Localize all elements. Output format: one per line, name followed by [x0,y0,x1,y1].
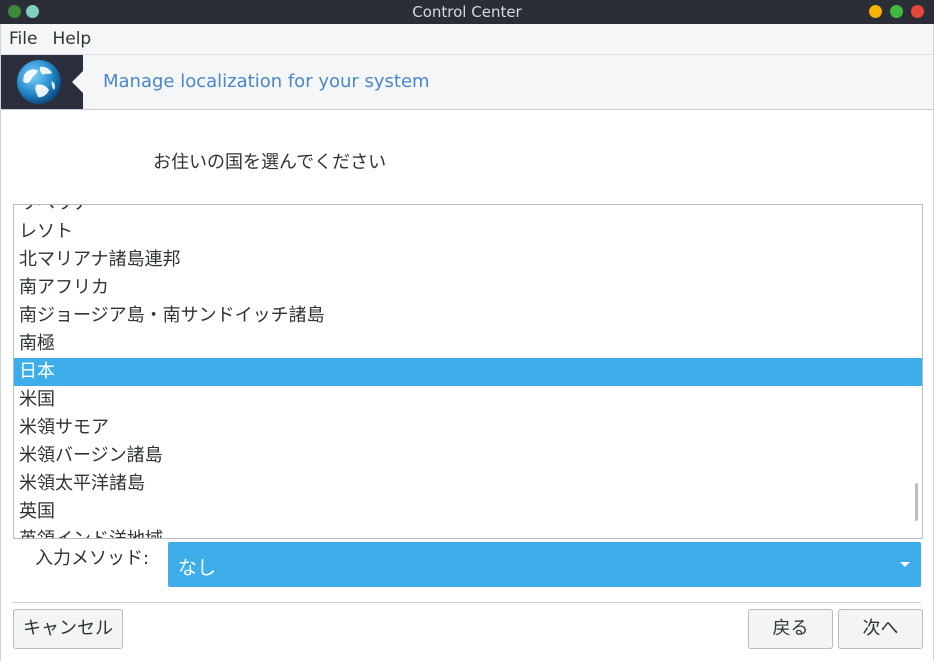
input-method-value: なし [178,557,217,579]
list-scrollbar[interactable] [915,483,918,521]
input-method-select[interactable]: なし [168,542,921,587]
menu-help[interactable]: Help [44,29,98,49]
main-window: File Help Manage localization for your s… [0,24,934,661]
list-item[interactable]: レソト [14,218,922,246]
window-title: Control Center [412,3,522,21]
banner-notch [72,70,84,94]
next-button[interactable]: 次へ [838,609,923,649]
menu-bar: File Help [1,24,933,55]
list-item[interactable]: 英国 [14,498,922,526]
list-item[interactable]: 米領太平洋諸島 [14,470,922,498]
app-menu-icon[interactable] [8,5,21,18]
list-item[interactable]: 米国 [14,386,922,414]
country-list[interactable]: リベリアレソト北マリアナ諸島連邦南アフリカ南ジョージア島・南サンドイッチ諸島南極… [13,204,923,539]
header-banner: Manage localization for your system [1,55,933,110]
back-button[interactable]: 戻る [748,609,833,649]
title-bar: Control Center [0,0,934,24]
list-item[interactable]: 米領バージン諸島 [14,442,922,470]
list-item[interactable]: 北マリアナ諸島連邦 [14,246,922,274]
globe-icon [17,60,61,104]
chevron-down-icon [900,562,910,567]
country-prompt: お住いの国を選んでください [153,152,387,173]
list-item[interactable]: リベリア [14,205,922,218]
list-item[interactable]: 南アフリカ [14,274,922,302]
list-item[interactable]: 南ジョージア島・南サンドイッチ諸島 [14,302,922,330]
input-method-label: 入力メソッド: [35,548,150,569]
list-item[interactable]: 米領サモア [14,414,922,442]
sticky-icon[interactable] [26,5,39,18]
maximize-button[interactable] [890,5,903,18]
list-item[interactable]: 英領インド洋地域 [14,526,922,538]
minimize-button[interactable] [869,5,882,18]
menu-file[interactable]: File [1,29,44,49]
close-button[interactable] [911,5,924,18]
button-separator [13,602,921,603]
banner-logo [1,55,83,109]
list-item[interactable]: 日本 [14,358,922,386]
cancel-button[interactable]: キャンセル [13,609,123,649]
banner-title: Manage localization for your system [103,71,430,92]
list-item[interactable]: 南極 [14,330,922,358]
